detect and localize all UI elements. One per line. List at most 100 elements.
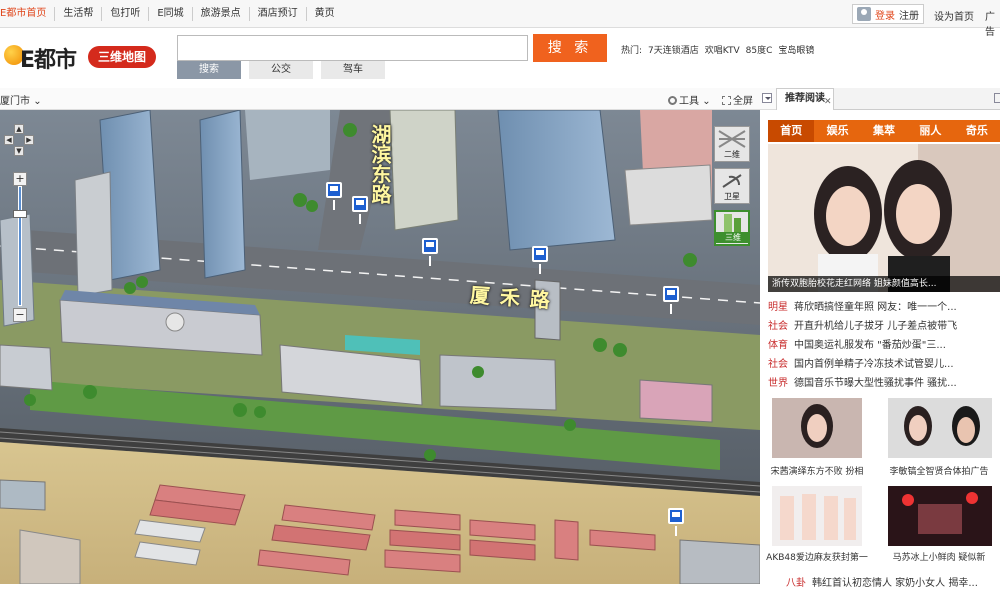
hero-image[interactable]: 浙传双胞胎校花走红网络 姐妹颜值高长... bbox=[768, 144, 1000, 292]
news-title: 中国奥运礼服发布 "番茄炒蛋"三... bbox=[794, 340, 946, 351]
user-box: 登录 注册 bbox=[852, 4, 924, 24]
map-toolbar: 厦门市 ⌄ 工具 ⌄ 全屏 bbox=[0, 88, 776, 110]
news-item[interactable]: 体育 中国奥运礼服发布 "番茄炒蛋"三... bbox=[768, 336, 1000, 355]
bus-stop-icon[interactable] bbox=[668, 508, 684, 524]
category-beauty[interactable]: 丽人 bbox=[907, 120, 953, 142]
search-button[interactable]: 搜 索 bbox=[533, 34, 607, 62]
news-tag: 社会 bbox=[768, 359, 788, 370]
city-selector[interactable]: 厦门市 ⌄ bbox=[0, 92, 42, 107]
news-item[interactable]: 世界 德国音乐节曝大型性骚扰事件 骚扰... bbox=[768, 374, 1000, 393]
news-item[interactable]: 社会 国内首例单精子冷冻技术试管婴儿... bbox=[768, 355, 1000, 374]
layer-2d-label: 二维 bbox=[724, 150, 740, 159]
bus-stop-icon[interactable] bbox=[352, 196, 368, 212]
sidebar-expand-icon[interactable] bbox=[994, 93, 1000, 103]
layer-satellite-button[interactable]: 卫星 bbox=[714, 168, 750, 204]
news-list: 明星 蒋欣晒搞怪童年照 网友：唯一一个... 社会 开直升机给儿子拔牙 儿子差点被带… bbox=[768, 298, 1000, 393]
mode-drive-tab[interactable]: 驾车 bbox=[321, 61, 385, 79]
thumb-caption[interactable]: 李敏镐全智贤合体拍广告 bbox=[884, 464, 994, 477]
news-item[interactable]: 明星 蒋欣晒搞怪童年照 网友：唯一一个... bbox=[768, 298, 1000, 317]
top-nav-hotel[interactable]: 酒店预订 bbox=[250, 7, 307, 21]
thumb-image[interactable] bbox=[888, 486, 992, 546]
fullscreen-icon bbox=[722, 96, 731, 105]
top-nav: E都市首页 生活帮 包打听 E同城 旅游景点 酒店预订 黄页 bbox=[0, 0, 343, 28]
news-tag: 社会 bbox=[768, 321, 788, 332]
category-fun[interactable]: 奇乐 bbox=[954, 120, 1000, 142]
news-tag: 明星 bbox=[768, 302, 788, 313]
header: E都市 三维地图 搜 索 搜索 公交 驾车 热门: 7天连锁酒店 欢唱KTV 8… bbox=[0, 29, 1000, 87]
logo[interactable]: E都市 bbox=[4, 39, 84, 73]
top-nav-travel[interactable]: 旅游景点 bbox=[193, 7, 250, 21]
collapse-sidebar-button[interactable] bbox=[762, 93, 772, 103]
hot-item[interactable]: 85度C bbox=[746, 43, 773, 56]
bus-stop-icon[interactable] bbox=[422, 238, 438, 254]
set-home-link[interactable]: 设为首页 bbox=[934, 8, 974, 23]
zoom-control: + − bbox=[13, 172, 27, 322]
chevron-down-icon: ⌄ bbox=[33, 96, 42, 107]
news-tag: 世界 bbox=[768, 378, 788, 389]
news-item[interactable]: 社会 开直升机给儿子拔牙 儿子差点被带飞 bbox=[768, 317, 1000, 336]
pan-control: ▲ ◀ ▶ ▼ bbox=[4, 124, 36, 156]
pan-left-button[interactable]: ◀ bbox=[4, 135, 14, 145]
layer-2d-button[interactable]: 二维 bbox=[714, 126, 750, 162]
register-link[interactable]: 注册 bbox=[899, 7, 919, 22]
fullscreen-button[interactable]: 全屏 bbox=[722, 92, 753, 107]
layer-satellite-label: 卫星 bbox=[724, 192, 740, 201]
hot-item[interactable]: 宝岛眼镜 bbox=[778, 43, 814, 56]
category-bar: 首页 娱乐 集萃 丽人 奇乐 bbox=[768, 120, 1000, 142]
bus-stop-pin bbox=[539, 264, 541, 274]
bus-stop-icon[interactable] bbox=[663, 286, 679, 302]
bus-stop-pin bbox=[670, 304, 672, 314]
close-icon[interactable]: ✕ bbox=[824, 92, 832, 112]
search-modes: 搜索 公交 驾车 bbox=[177, 61, 393, 79]
bus-stop-icon[interactable] bbox=[326, 182, 342, 198]
top-nav-yellowpages[interactable]: 黄页 bbox=[307, 7, 343, 21]
hot-item[interactable]: 欢唱KTV bbox=[705, 43, 740, 56]
hot-item[interactable]: 7天连锁酒店 bbox=[648, 43, 699, 56]
tab-recommend-reading[interactable]: 推荐阅读 ✕ bbox=[776, 88, 834, 110]
user-icon bbox=[857, 7, 871, 21]
thumb-caption[interactable]: AKB48爱边麻友获封第一 bbox=[762, 550, 872, 563]
pan-right-button[interactable]: ▶ bbox=[24, 135, 34, 145]
pan-up-button[interactable]: ▲ bbox=[14, 124, 24, 134]
news-item[interactable]: 八卦 韩红首认初恋情人 家奶小女人 揭幸... bbox=[786, 574, 978, 589]
bus-stop-icon[interactable] bbox=[532, 246, 548, 262]
recommend-sidebar: 推荐阅读 ✕ 首页 娱乐 集萃 丽人 奇乐 浙传双胞胎校花走红网络 姐妹颜值高长… bbox=[766, 88, 1000, 589]
category-collection[interactable]: 集萃 bbox=[861, 120, 907, 142]
zoom-slider-handle[interactable] bbox=[13, 210, 27, 218]
map-navigation-control: ▲ ◀ ▶ ▼ + − bbox=[4, 124, 36, 324]
zoom-track[interactable] bbox=[18, 186, 22, 306]
pan-down-button[interactable]: ▼ bbox=[14, 146, 24, 156]
mode-bus-tab[interactable]: 公交 bbox=[249, 61, 313, 79]
thumb-image[interactable] bbox=[772, 486, 862, 546]
thumb-caption[interactable]: 马苏冰上小鲜肉 疑似新 bbox=[884, 550, 994, 563]
tab-recommend-label: 推荐阅读 bbox=[785, 93, 825, 104]
thumb-caption[interactable]: 宋茜演绎东方不败 扮相 bbox=[762, 464, 872, 477]
thumb-photo bbox=[888, 486, 992, 546]
map-3d-icon bbox=[724, 214, 741, 232]
top-nav-life[interactable]: 生活帮 bbox=[55, 7, 103, 21]
login-link[interactable]: 登录 bbox=[875, 7, 895, 22]
tools-button[interactable]: 工具 ⌄ bbox=[668, 92, 711, 107]
category-entertainment[interactable]: 娱乐 bbox=[814, 120, 860, 142]
map-canvas[interactable]: 湖滨东路 厦禾路 ▲ ◀ ▶ ▼ + − 二维 卫星 三维 bbox=[0, 110, 760, 584]
map-2d-icon bbox=[718, 130, 746, 148]
top-nav-ask[interactable]: 包打听 bbox=[102, 7, 150, 21]
layer-3d-button[interactable]: 三维 bbox=[714, 210, 750, 246]
thumb-image[interactable] bbox=[772, 398, 862, 458]
sidebar-tabbar: 推荐阅读 ✕ bbox=[776, 88, 1000, 110]
news-title: 德国音乐节曝大型性骚扰事件 骚扰... bbox=[794, 378, 957, 389]
zoom-out-button[interactable]: − bbox=[13, 308, 27, 322]
category-home[interactable]: 首页 bbox=[768, 120, 815, 142]
top-nav-home[interactable]: E都市首页 bbox=[0, 7, 56, 21]
hero-photo bbox=[768, 144, 1000, 292]
news-tag: 体育 bbox=[768, 340, 788, 351]
search-input[interactable] bbox=[177, 35, 528, 61]
hot-searches: 热门: 7天连锁酒店 欢唱KTV 85度C 宝岛眼镜 bbox=[621, 43, 814, 56]
zoom-in-button[interactable]: + bbox=[13, 172, 27, 186]
satellite-icon bbox=[722, 174, 742, 188]
mode-search-tab[interactable]: 搜索 bbox=[177, 61, 241, 79]
top-nav-city[interactable]: E同城 bbox=[149, 7, 193, 21]
thumb-image[interactable] bbox=[888, 398, 992, 458]
hot-label: 热门: bbox=[621, 46, 643, 56]
thumb-photo bbox=[772, 398, 862, 458]
